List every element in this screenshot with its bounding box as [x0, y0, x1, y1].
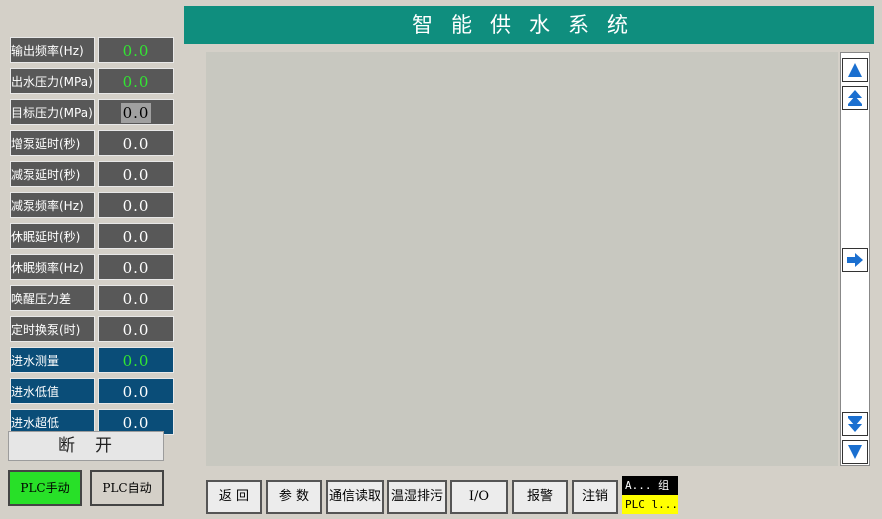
alarm-button[interactable]: 报警	[512, 480, 568, 514]
double-arrow-down-icon	[843, 415, 867, 433]
param-value: 0.0	[98, 192, 174, 218]
param-row: 减泵延时(秒) 0.0	[10, 161, 174, 187]
plc-manual-button[interactable]: PLC手动	[8, 470, 82, 506]
param-label: 输出频率(Hz)	[10, 37, 95, 63]
back-button[interactable]: 返 回	[206, 480, 262, 514]
param-row: 休眠频率(Hz) 0.0	[10, 254, 174, 280]
param-label: 定时换泵(时)	[10, 316, 95, 342]
param-row: 减泵频率(Hz) 0.0	[10, 192, 174, 218]
arrow-up-icon	[843, 61, 867, 79]
param-label: 进水低值	[10, 378, 95, 404]
param-value-text: 0.0	[120, 103, 152, 123]
param-label: 减泵延时(秒)	[10, 161, 95, 187]
double-arrow-up-icon	[843, 89, 867, 107]
param-value: 0.0	[98, 130, 174, 156]
param-value: 0.0	[98, 254, 174, 280]
comm-read-button[interactable]: 通信读取	[326, 480, 384, 514]
param-label: 休眠延时(秒)	[10, 223, 95, 249]
param-value: 0.0	[98, 68, 174, 94]
main-content-area	[206, 52, 838, 466]
page-up-button[interactable]	[842, 86, 868, 110]
connection-status: 断开	[8, 431, 164, 461]
logout-button[interactable]: 注销	[572, 480, 618, 514]
page-down-button[interactable]	[842, 412, 868, 436]
alarm-indicator[interactable]: A... 组 PLC l...	[622, 476, 678, 514]
param-row: 唤醒压力差 0.0	[10, 285, 174, 311]
sewage-button[interactable]: 温湿排污	[387, 480, 447, 514]
page-title: 智能供水系统	[184, 6, 874, 44]
plc-auto-button[interactable]: PLC自动	[90, 470, 164, 506]
param-label: 进水测量	[10, 347, 95, 373]
scroll-down-button[interactable]	[842, 440, 868, 464]
param-row: 出水压力(MPa) 0.0	[10, 68, 174, 94]
scroll-up-button[interactable]	[842, 58, 868, 82]
param-value: 0.0	[98, 316, 174, 342]
io-button[interactable]: I/O	[450, 480, 508, 514]
param-label: 减泵频率(Hz)	[10, 192, 95, 218]
param-value-input[interactable]: 0.0	[98, 99, 174, 125]
param-value: 0.0	[98, 347, 174, 373]
param-value: 0.0	[98, 378, 174, 404]
param-row: 输出频率(Hz) 0.0	[10, 37, 174, 63]
param-label: 休眠频率(Hz)	[10, 254, 95, 280]
arrow-down-icon	[843, 443, 867, 461]
param-row: 定时换泵(时) 0.0	[10, 316, 174, 342]
param-row: 增泵延时(秒) 0.0	[10, 130, 174, 156]
alarm-plc-label: PLC l...	[622, 495, 678, 514]
param-row: 休眠延时(秒) 0.0	[10, 223, 174, 249]
param-label: 增泵延时(秒)	[10, 130, 95, 156]
param-row: 目标压力(MPa) 0.0	[10, 99, 174, 125]
param-label: 出水压力(MPa)	[10, 68, 95, 94]
param-value: 0.0	[98, 37, 174, 63]
arrow-right-icon	[843, 251, 867, 269]
param-label: 唤醒压力差	[10, 285, 95, 311]
alarm-group-label: A... 组	[622, 476, 678, 495]
scroll-right-button[interactable]	[842, 248, 868, 272]
param-label: 目标压力(MPa)	[10, 99, 95, 125]
param-value: 0.0	[98, 161, 174, 187]
param-value: 0.0	[98, 223, 174, 249]
params-button[interactable]: 参 数	[266, 480, 322, 514]
param-row: 进水低值 0.0	[10, 378, 174, 404]
param-row: 进水测量 0.0	[10, 347, 174, 373]
param-value: 0.0	[98, 285, 174, 311]
